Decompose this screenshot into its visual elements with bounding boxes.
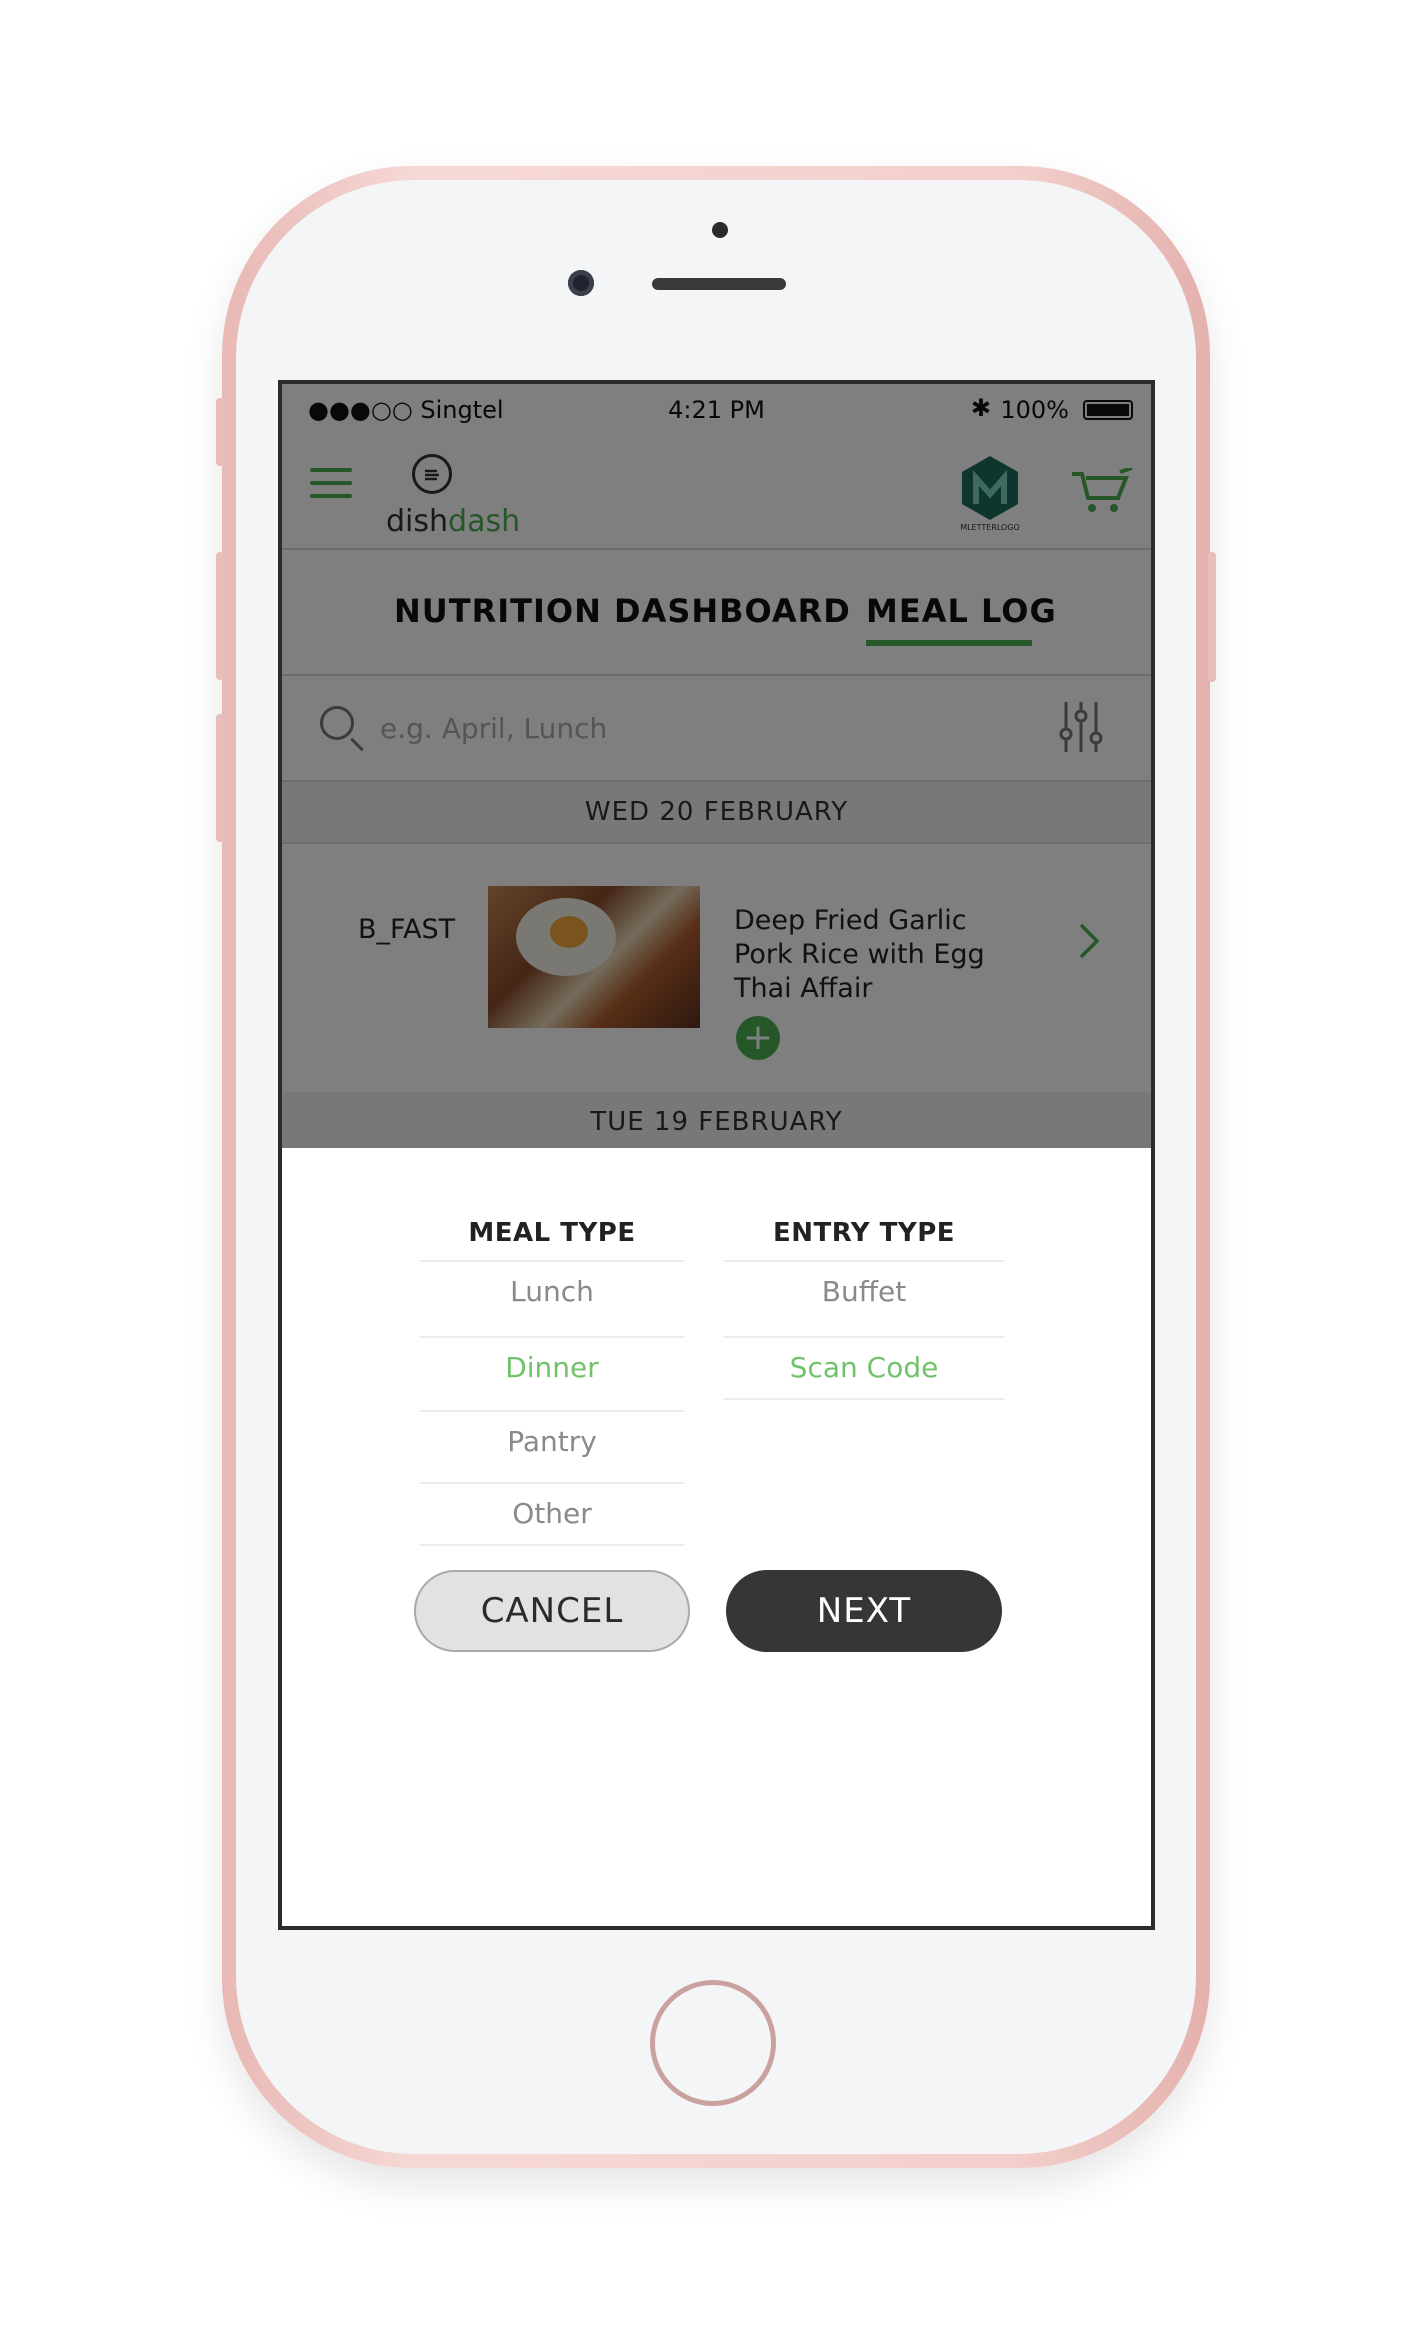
entry-type-header: ENTRY TYPE xyxy=(772,1218,956,1248)
search-icon xyxy=(320,706,354,740)
app-header: dishdash MLETTERLOGO xyxy=(282,434,1151,550)
home-button[interactable] xyxy=(650,1980,776,2106)
meal-type-option-pantry[interactable]: Pantry xyxy=(420,1410,684,1472)
tab-bar: NUTRITION DASHBOARD MEAL LOG xyxy=(282,550,1151,676)
battery-percent: 100% xyxy=(1000,396,1069,424)
cancel-button[interactable]: CANCEL xyxy=(414,1570,690,1652)
logo-suffix: dash xyxy=(448,504,521,539)
meal-log-background: ●●●○○ Singtel 4:21 PM ✱ 100% dishdash ML… xyxy=(282,384,1151,1154)
meal-name: Deep Fried Garlic Pork Rice with Egg Tha… xyxy=(734,905,985,1004)
meal-type-picker-sheet: MEAL TYPE ENTRY TYPE Lunch Dinner Pantry… xyxy=(282,1148,1151,1926)
search-input[interactable] xyxy=(378,704,942,752)
meal-entry-row[interactable]: B_FAST Deep Fried Garlic Pork Rice with … xyxy=(282,844,1151,1092)
tab-meal-log[interactable]: MEAL LOG xyxy=(866,592,1057,630)
status-bar: ●●●○○ Singtel 4:21 PM ✱ 100% xyxy=(282,384,1151,434)
front-camera xyxy=(568,270,594,296)
dishdash-logo-icon xyxy=(412,454,452,494)
menu-icon[interactable] xyxy=(310,468,352,498)
volume-down-button xyxy=(216,714,224,842)
chevron-right-icon[interactable] xyxy=(1078,922,1100,960)
cart-icon[interactable] xyxy=(1070,466,1134,516)
tab-nutrition-dashboard[interactable]: NUTRITION DASHBOARD xyxy=(394,592,851,630)
bluetooth-icon: ✱ xyxy=(970,394,991,422)
date-header: WED 20 FEBRUARY xyxy=(282,782,1151,844)
date-header: TUE 19 FEBRUARY xyxy=(282,1092,1151,1154)
next-button[interactable]: NEXT xyxy=(726,1570,1002,1652)
meal-type-label: B_FAST xyxy=(358,914,456,945)
filter-sliders-icon[interactable] xyxy=(1056,700,1106,754)
battery-icon xyxy=(1083,400,1133,420)
logo-prefix: dish xyxy=(386,504,449,539)
app-logo-text: dishdash xyxy=(386,504,520,539)
plus-icon[interactable]: + xyxy=(736,1016,780,1060)
brand-logo-text: MLETTERLOGO xyxy=(960,523,1020,532)
meal-type-header: MEAL TYPE xyxy=(468,1218,636,1248)
mute-switch xyxy=(216,398,224,466)
earpiece-speaker xyxy=(652,278,786,290)
meal-type-option-dinner[interactable]: Dinner xyxy=(420,1336,684,1398)
proximity-sensor xyxy=(712,222,728,238)
search-bar xyxy=(282,676,1151,782)
meal-type-option-lunch[interactable]: Lunch xyxy=(420,1260,684,1322)
app-screen: ●●●○○ Singtel 4:21 PM ✱ 100% dishdash ML… xyxy=(278,380,1155,1930)
volume-up-button xyxy=(216,552,224,680)
entry-type-option-buffet[interactable]: Buffet xyxy=(724,1260,1004,1322)
meal-photo xyxy=(488,886,700,1028)
power-button xyxy=(1208,552,1216,682)
entry-type-option-scan-code[interactable]: Scan Code xyxy=(724,1336,1004,1400)
active-tab-indicator xyxy=(866,640,1032,646)
meal-type-option-other[interactable]: Other xyxy=(420,1482,684,1546)
brand-logo-icon: MLETTERLOGO xyxy=(950,452,1030,532)
